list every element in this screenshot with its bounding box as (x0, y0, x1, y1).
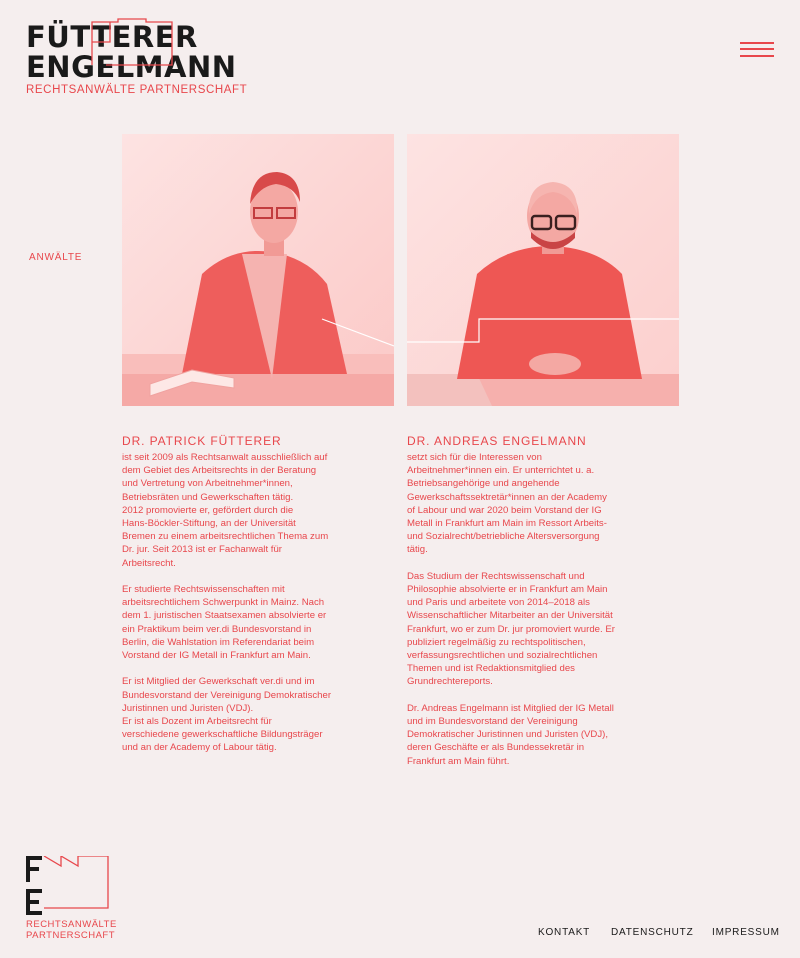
menu-bar (740, 42, 774, 44)
bio-paragraph: Das Studium der Rechtswissenschaft und P… (407, 570, 615, 688)
portrait-image (407, 134, 679, 406)
fe-monogram-icon (26, 856, 109, 915)
bio-paragraph: Er studierte Rechtswissenschaften mit ar… (122, 584, 327, 662)
menu-bar (740, 48, 774, 50)
section-label-anwaelte: ANWÄLTE (29, 252, 83, 263)
hamburger-menu-icon[interactable] (740, 42, 774, 58)
bio-paragraph: setzt sich für die Interessen von Arbeit… (407, 452, 607, 556)
footer-nav: KONTAKT DATENSCHUTZ IMPRESSUM (0, 927, 800, 941)
bio-paragraph: ist seit 2009 als Rechtsanwalt ausschlie… (122, 452, 329, 569)
portrait-image (122, 134, 394, 406)
bio-patrick-futterer: DR. PATRICK FÜTTERER ist seit 2009 als R… (122, 434, 362, 768)
portrait-andreas-engelmann (407, 134, 679, 406)
header-logo[interactable]: FÜTTERER ENGELMANN RECHTSANWÄLTE PARTNER… (26, 18, 247, 98)
footer-link-impressum[interactable]: IMPRESSUM (712, 927, 780, 938)
factory-outline-icon (91, 18, 173, 66)
bio-andreas-engelmann: DR. ANDREAS ENGELMANN setzt sich für die… (407, 434, 647, 781)
footer-link-datenschutz[interactable]: DATENSCHUTZ (611, 927, 694, 938)
lawyer-name: DR. ANDREAS ENGELMANN (407, 434, 587, 448)
menu-bar (740, 55, 774, 57)
logo-subtitle: RECHTSANWÄLTE PARTNERSCHAFT (26, 84, 248, 96)
lawyer-name: DR. PATRICK FÜTTERER (122, 434, 282, 448)
footer-link-kontakt[interactable]: KONTAKT (538, 927, 590, 938)
bio-paragraph: Dr. Andreas Engelmann ist Mitglied der I… (407, 702, 614, 767)
portrait-patrick-futterer (122, 134, 394, 406)
bio-paragraph: Er ist Mitglied der Gewerkschaft ver.di … (122, 676, 332, 754)
